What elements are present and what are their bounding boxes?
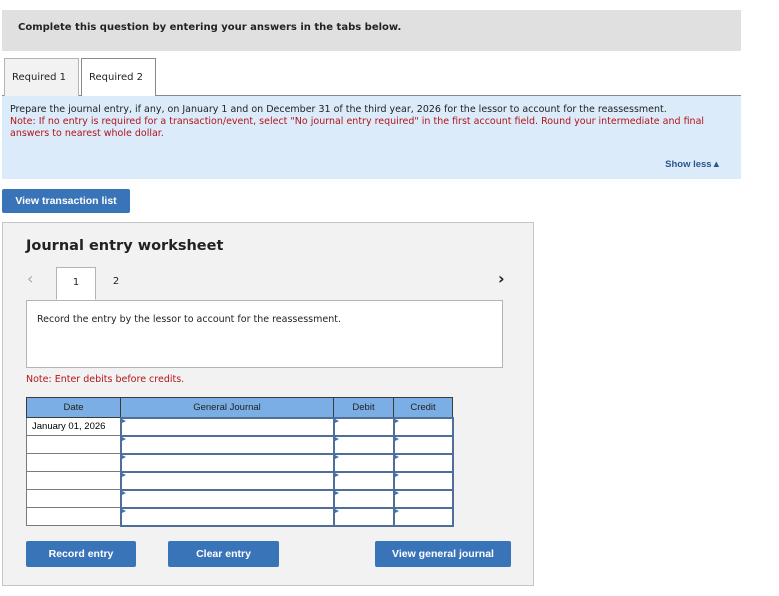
table-row: January 01, 2026 bbox=[26, 416, 454, 437]
header-general-journal: General Journal bbox=[120, 397, 334, 418]
credit-input[interactable] bbox=[392, 470, 454, 491]
table-row bbox=[26, 488, 454, 509]
header-date: Date bbox=[26, 397, 121, 418]
table-row bbox=[26, 452, 454, 473]
table-row bbox=[26, 506, 454, 527]
debit-credit-note: Note: Enter debits before credits. bbox=[26, 374, 185, 385]
table-row bbox=[26, 470, 454, 491]
chevron-left-icon[interactable]: ‹ bbox=[27, 269, 33, 288]
entry-description-text: Record the entry by the lessor to accoun… bbox=[37, 314, 341, 325]
date-cell[interactable] bbox=[26, 489, 121, 508]
credit-input[interactable] bbox=[392, 488, 454, 509]
header-credit: Credit bbox=[393, 397, 453, 418]
account-input[interactable] bbox=[119, 488, 335, 509]
date-cell[interactable] bbox=[26, 453, 121, 472]
table-row bbox=[26, 434, 454, 455]
tab-required-2[interactable]: Required 2 bbox=[81, 58, 156, 97]
journal-table: Date General Journal Debit Credit Januar… bbox=[26, 397, 454, 527]
instructions-note: Note: If no entry is required for a tran… bbox=[10, 116, 705, 139]
debit-input[interactable] bbox=[332, 470, 395, 491]
worksheet-page-2[interactable]: 2 bbox=[96, 267, 136, 300]
account-input[interactable] bbox=[119, 416, 335, 437]
debit-input[interactable] bbox=[332, 416, 395, 437]
worksheet-page-1[interactable]: 1 bbox=[56, 267, 96, 300]
account-input[interactable] bbox=[119, 470, 335, 491]
journal-entry-worksheet: Journal entry worksheet ‹ 1 2 › Record t… bbox=[2, 222, 534, 586]
credit-input[interactable] bbox=[392, 416, 454, 437]
debit-input[interactable] bbox=[332, 506, 395, 527]
show-less-link[interactable]: Show less▲ bbox=[665, 159, 721, 171]
account-input[interactable] bbox=[119, 434, 335, 455]
date-cell[interactable] bbox=[26, 507, 121, 526]
date-cell: January 01, 2026 bbox=[26, 417, 121, 436]
account-input[interactable] bbox=[119, 506, 335, 527]
debit-input[interactable] bbox=[332, 488, 395, 509]
header-debit: Debit bbox=[333, 397, 394, 418]
clear-entry-button[interactable]: Clear entry bbox=[168, 541, 279, 567]
debit-input[interactable] bbox=[332, 434, 395, 455]
chevron-right-icon[interactable]: › bbox=[498, 269, 505, 288]
instruction-text: Complete this question by entering your … bbox=[18, 22, 402, 33]
date-cell[interactable] bbox=[26, 435, 121, 454]
worksheet-title: Journal entry worksheet bbox=[26, 238, 224, 254]
instructions-text: Prepare the journal entry, if any, on Ja… bbox=[10, 104, 667, 115]
credit-input[interactable] bbox=[392, 506, 454, 527]
date-cell[interactable] bbox=[26, 471, 121, 490]
view-transaction-list-button[interactable]: View transaction list bbox=[2, 189, 130, 213]
table-header-row: Date General Journal Debit Credit bbox=[26, 397, 453, 418]
credit-input[interactable] bbox=[392, 434, 454, 455]
entry-description: Record the entry by the lessor to accoun… bbox=[26, 300, 503, 368]
account-input[interactable] bbox=[119, 452, 335, 473]
tab-required-1[interactable]: Required 1 bbox=[4, 58, 79, 96]
instruction-banner: Complete this question by entering your … bbox=[2, 10, 741, 51]
view-general-journal-button[interactable]: View general journal bbox=[375, 541, 511, 567]
record-entry-button[interactable]: Record entry bbox=[26, 541, 136, 567]
instructions-panel: Prepare the journal entry, if any, on Ja… bbox=[2, 96, 741, 179]
credit-input[interactable] bbox=[392, 452, 454, 473]
debit-input[interactable] bbox=[332, 452, 395, 473]
requirement-tabs: Required 1 Required 2 bbox=[2, 58, 741, 97]
